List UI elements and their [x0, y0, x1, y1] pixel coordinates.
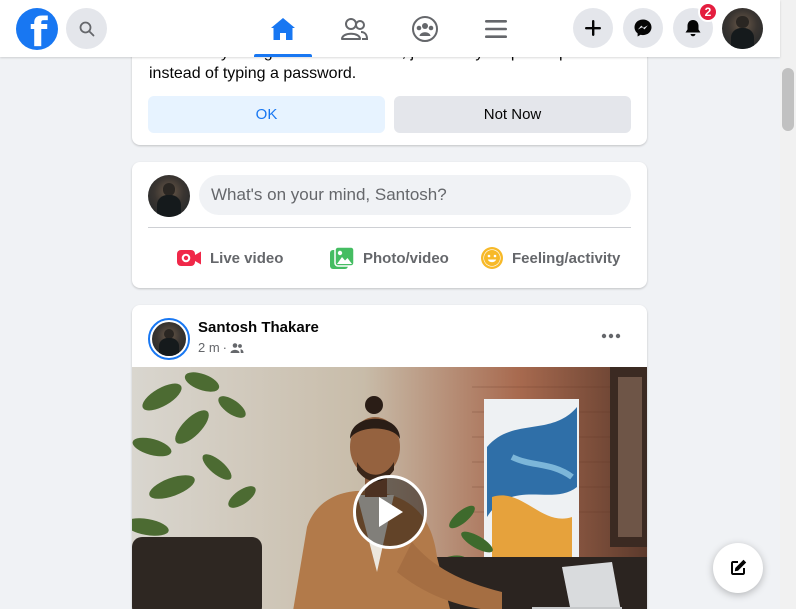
tab-friends[interactable] [325, 0, 383, 57]
feeling-activity-button[interactable]: Feeling/activity [480, 242, 620, 274]
bell-icon [685, 20, 701, 37]
feeling-icon [481, 247, 503, 269]
live-video-icon [177, 250, 201, 266]
live-video-button[interactable]: Live video [176, 242, 283, 274]
more-options-icon [601, 333, 621, 339]
post-author-photo [152, 322, 186, 356]
messenger-icon [634, 19, 652, 37]
composer-input[interactable]: What's on your mind, Santosh? [199, 175, 631, 215]
meta-separator: · [222, 340, 228, 355]
friends-audience-icon [230, 342, 244, 353]
facebook-logo-letter: f [30, 10, 48, 50]
groups-icon [412, 15, 438, 42]
account-avatar[interactable] [722, 8, 763, 49]
composer-avatar[interactable] [148, 175, 190, 217]
search-icon [79, 21, 94, 36]
feed-post: Santosh Thakare 2 m · [132, 305, 647, 609]
composer-divider [148, 227, 631, 228]
feeling-activity-label: Feeling/activity [512, 249, 621, 267]
friends-icon [341, 17, 368, 40]
post-author-avatar[interactable] [148, 318, 190, 360]
photo-video-icon [330, 246, 355, 269]
facebook-logo[interactable]: f [16, 8, 58, 50]
post-meta: 2 m · [198, 340, 244, 355]
post-author-name[interactable]: Santosh Thakare [198, 319, 319, 336]
compose-icon [731, 559, 747, 575]
messenger-button[interactable] [623, 8, 663, 48]
video-play-button[interactable] [353, 475, 427, 549]
home-icon [271, 17, 295, 40]
search-button[interactable] [66, 8, 107, 49]
menu-icon [485, 19, 507, 38]
not-now-button[interactable]: Not Now [394, 96, 631, 133]
tab-groups[interactable] [396, 0, 454, 57]
plus-icon [585, 20, 601, 36]
photo-video-button[interactable]: Photo/video [329, 242, 449, 274]
top-navigation-bar: f 2 [0, 0, 780, 57]
create-button[interactable] [573, 8, 613, 48]
post-composer: What's on your mind, Santosh? Live video… [132, 162, 647, 288]
tab-home[interactable] [254, 0, 312, 57]
scrollbar-thumb[interactable] [782, 68, 794, 131]
live-video-label: Live video [210, 249, 284, 267]
post-video[interactable] [132, 367, 647, 609]
photo-video-label: Photo/video [363, 249, 449, 267]
post-options-button[interactable] [600, 325, 622, 347]
notification-badge: 2 [698, 2, 718, 22]
tab-menu[interactable] [467, 0, 525, 57]
page-scrollbar[interactable] [780, 0, 796, 609]
post-timestamp[interactable]: 2 m [198, 340, 220, 355]
ok-button[interactable]: OK [148, 96, 385, 133]
new-message-button[interactable] [713, 543, 763, 593]
play-icon [379, 497, 403, 527]
